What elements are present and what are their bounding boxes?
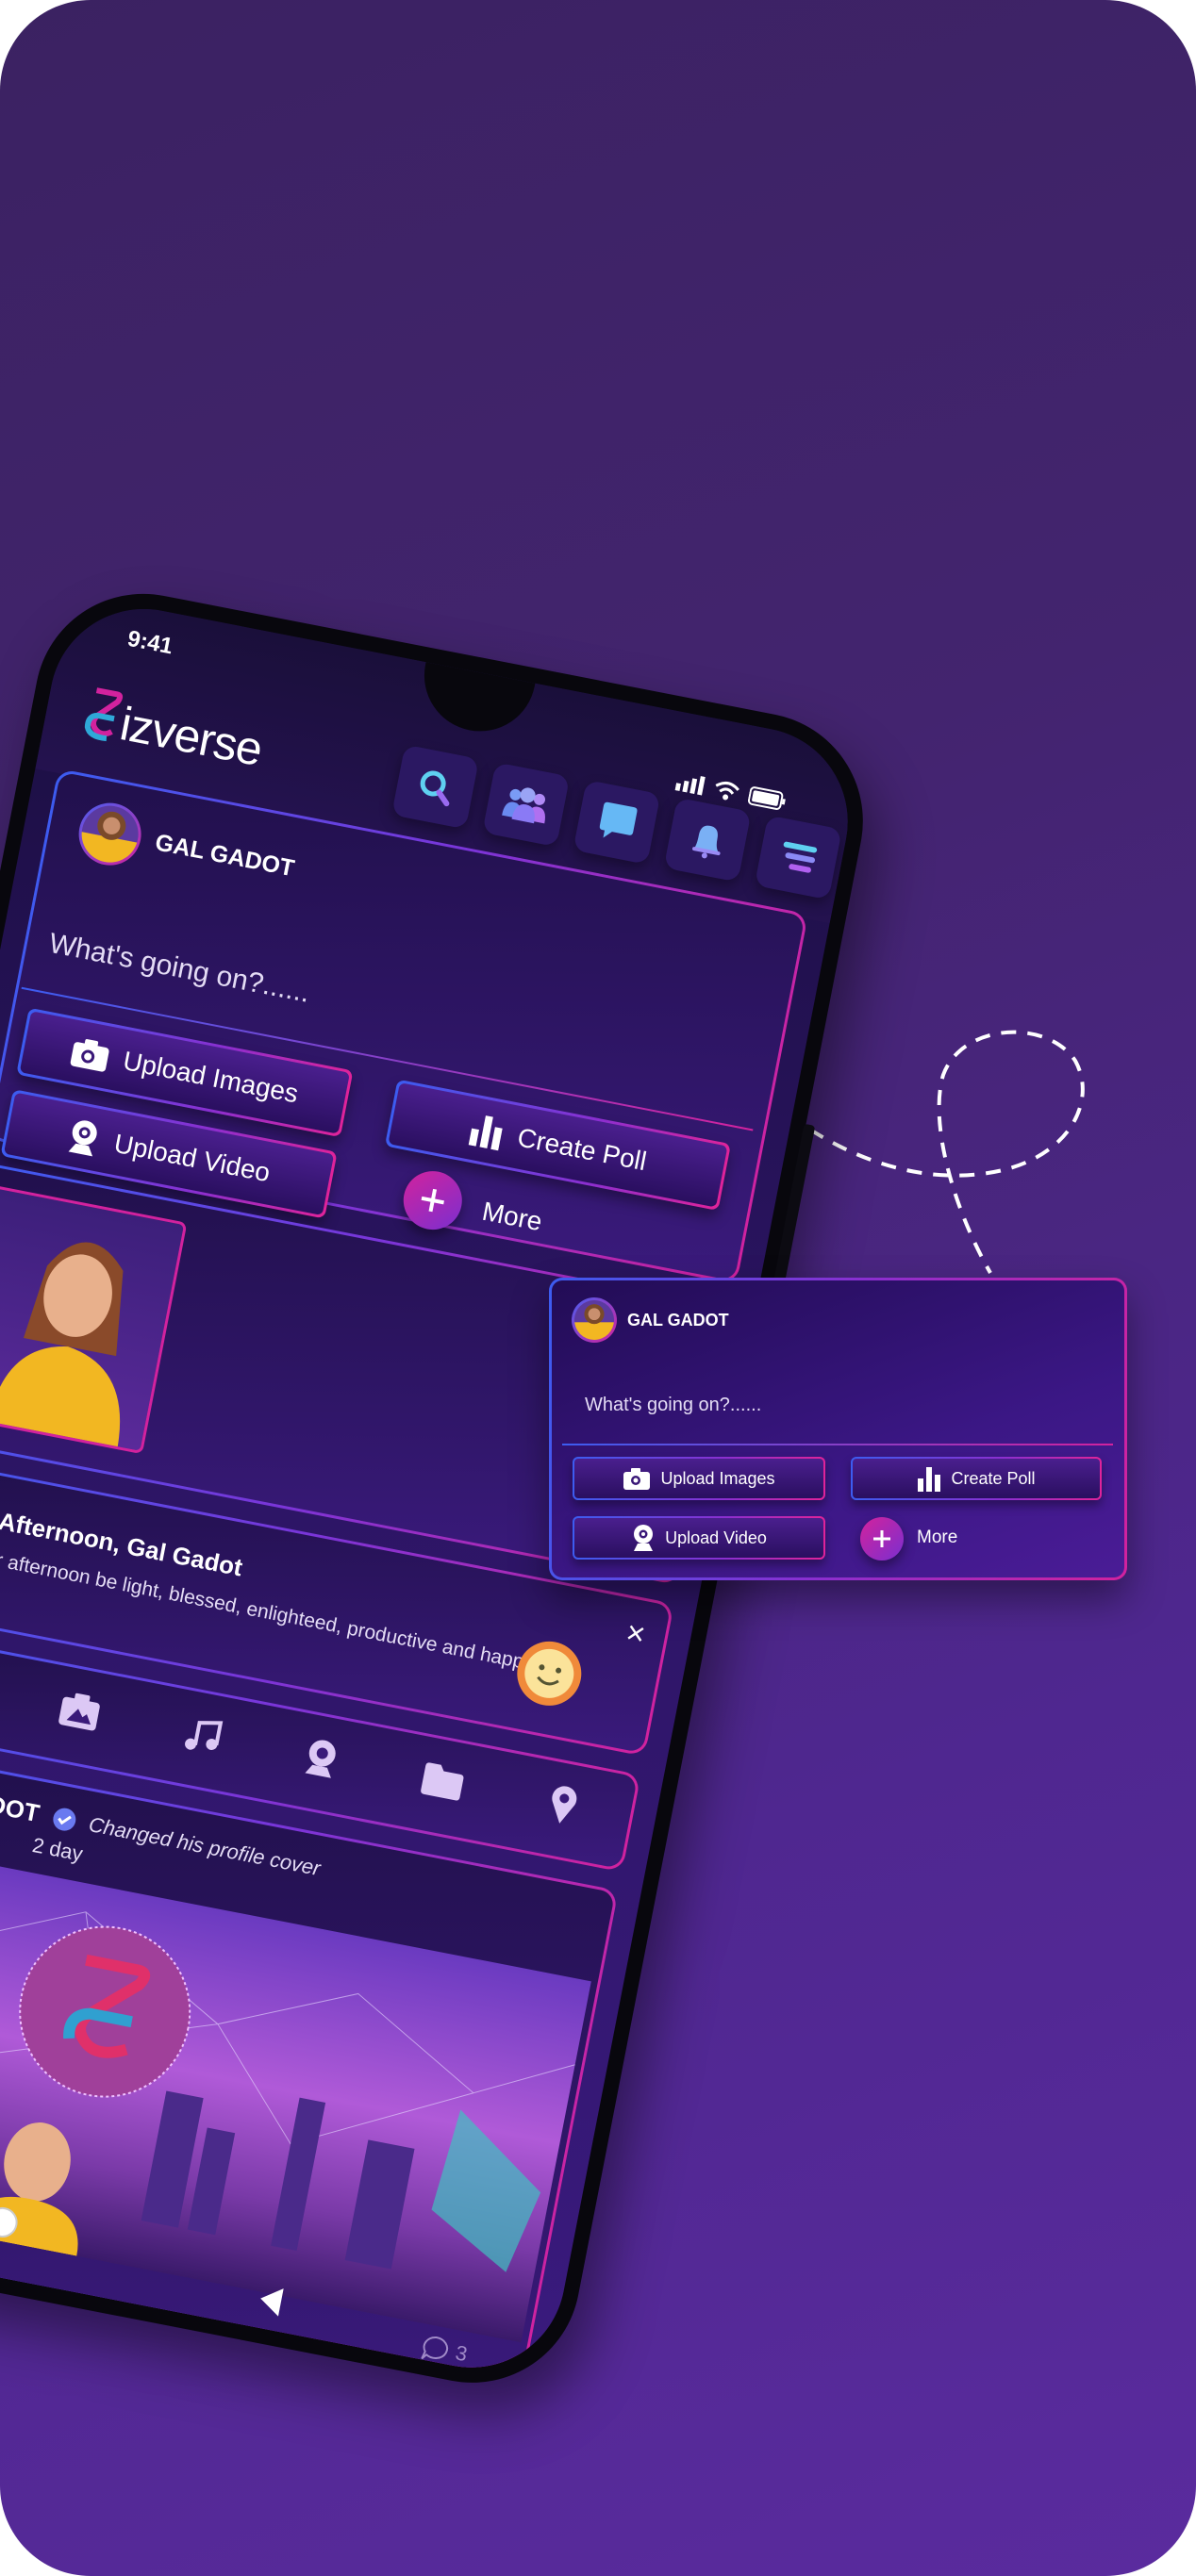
search-button[interactable]	[390, 744, 480, 830]
comment-icon	[421, 2336, 448, 2360]
notifications-button[interactable]	[663, 797, 752, 883]
menu-button[interactable]	[754, 815, 842, 900]
poll-chart-icon	[468, 1115, 503, 1151]
floating-create-poll-label: Create Poll	[951, 1468, 1036, 1488]
verified-badge-icon	[52, 1808, 75, 1831]
friends-button[interactable]	[482, 762, 571, 848]
signal-icon	[674, 776, 706, 796]
webcam-icon	[68, 1120, 97, 1157]
webcam-icon	[634, 1525, 654, 1551]
camera-icon	[623, 1468, 651, 1490]
upload-video-label: Upload Video	[111, 1128, 273, 1188]
back-nav-button[interactable]	[254, 2282, 288, 2319]
bell-icon	[692, 825, 721, 859]
image-icon[interactable]	[57, 1689, 105, 1734]
floating-upload-images-label: Upload Images	[660, 1468, 775, 1488]
floating-divider	[562, 1444, 1113, 1445]
floating-more-label: More	[917, 1527, 958, 1547]
plus-icon	[421, 1188, 444, 1213]
friends-icon	[502, 787, 546, 824]
floating-create-poll-button[interactable]: Create Poll	[851, 1457, 1102, 1500]
floating-upload-images-button[interactable]: Upload Images	[573, 1457, 825, 1500]
folder-icon[interactable]	[419, 1759, 468, 1803]
chat-icon	[599, 801, 638, 838]
music-icon[interactable]	[181, 1713, 225, 1758]
menu-icon	[783, 841, 818, 873]
camera-icon	[70, 1039, 109, 1072]
plus-icon	[873, 1530, 890, 1547]
upload-images-label: Upload Images	[121, 1046, 301, 1109]
create-poll-label: Create Poll	[515, 1122, 649, 1177]
floating-more-button[interactable]	[860, 1517, 904, 1560]
search-icon	[420, 770, 450, 807]
floating-upload-video-label: Upload Video	[665, 1527, 767, 1547]
floating-user-name: GAL GADOT	[627, 1311, 729, 1329]
location-icon[interactable]	[544, 1782, 582, 1828]
webcam-icon[interactable]	[301, 1735, 341, 1780]
floating-upload-video-button[interactable]: Upload Video	[573, 1516, 825, 1560]
poll-chart-icon	[918, 1467, 941, 1492]
chat-button[interactable]	[573, 780, 661, 865]
floating-composer-input[interactable]: What's going on?......	[585, 1395, 761, 1416]
promo-background: 9:41 izverse GAL GADOT What's going on?.…	[0, 0, 1196, 2576]
sun-emoji-icon	[517, 1641, 582, 1706]
floating-user-avatar[interactable]	[572, 1297, 617, 1343]
